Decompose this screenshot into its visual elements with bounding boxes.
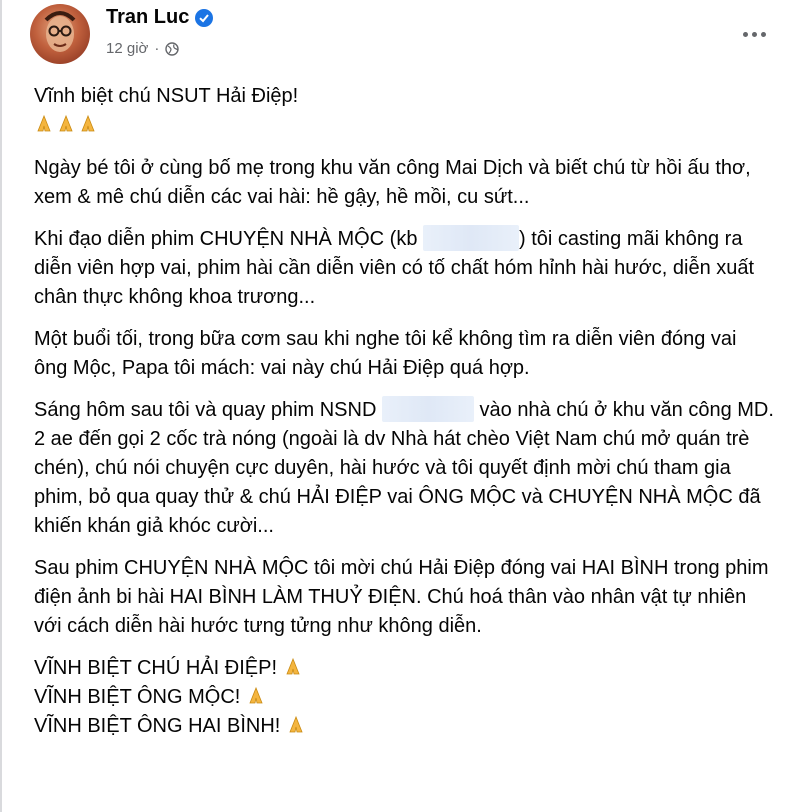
- meta-separator: ·: [154, 40, 160, 57]
- more-options-icon[interactable]: [736, 24, 772, 44]
- prayer-emoji-row: [34, 111, 774, 140]
- globe-icon[interactable]: [165, 41, 180, 56]
- folded-hands-emoji: [249, 686, 263, 704]
- paragraph-next-morning: Sáng hôm sau tôi và quay phim NSND vào n…: [34, 396, 774, 541]
- farewell-line-1: VĨNH BIỆT CHÚ HẢI ĐIỆP!: [34, 654, 774, 683]
- redacted-name: [381, 396, 474, 422]
- folded-hands-emoji: [285, 657, 300, 675]
- post-meta: 12 giờ ·: [106, 40, 180, 57]
- farewell-line-2: VĨNH BIỆT ÔNG MỘC!: [34, 683, 774, 712]
- post-timestamp[interactable]: 12 giờ: [106, 40, 148, 57]
- post-body: Vĩnh biệt chú NSUT Hải Điệp! Ngày bé tôi…: [34, 82, 774, 741]
- author-header: Tran Luc: [106, 6, 214, 29]
- author-avatar[interactable]: [30, 4, 90, 64]
- redacted-name: [423, 225, 520, 251]
- paragraph-casting: Khi đạo diễn phim CHUYỆN NHÀ MỘC (kb ) t…: [34, 225, 774, 312]
- folded-hands-emoji: [37, 114, 51, 132]
- post-title-line: Vĩnh biệt chú NSUT Hải Điệp!: [34, 85, 299, 107]
- folded-hands-emoji: [81, 114, 95, 132]
- facebook-post: Tran Luc 12 giờ · Vĩnh biệt chú NSUT Hải…: [0, 0, 800, 812]
- paragraph-hai-binh: Sau phim CHUYỆN NHÀ MỘC tôi mời chú Hải …: [34, 557, 769, 637]
- paragraph-childhood: Ngày bé tôi ở cùng bố mẹ trong khu văn c…: [34, 157, 751, 208]
- author-name[interactable]: Tran Luc: [106, 6, 189, 29]
- paragraph-dinner: Một buổi tối, trong bữa cơm sau khi nghe…: [34, 328, 737, 379]
- farewell-line-3: VĨNH BIỆT ÔNG HAI BÌNH!: [34, 712, 774, 741]
- folded-hands-emoji: [289, 715, 303, 733]
- avatar-portrait-icon: [44, 11, 76, 52]
- folded-hands-emoji: [59, 114, 73, 132]
- verified-badge-icon: [195, 8, 214, 27]
